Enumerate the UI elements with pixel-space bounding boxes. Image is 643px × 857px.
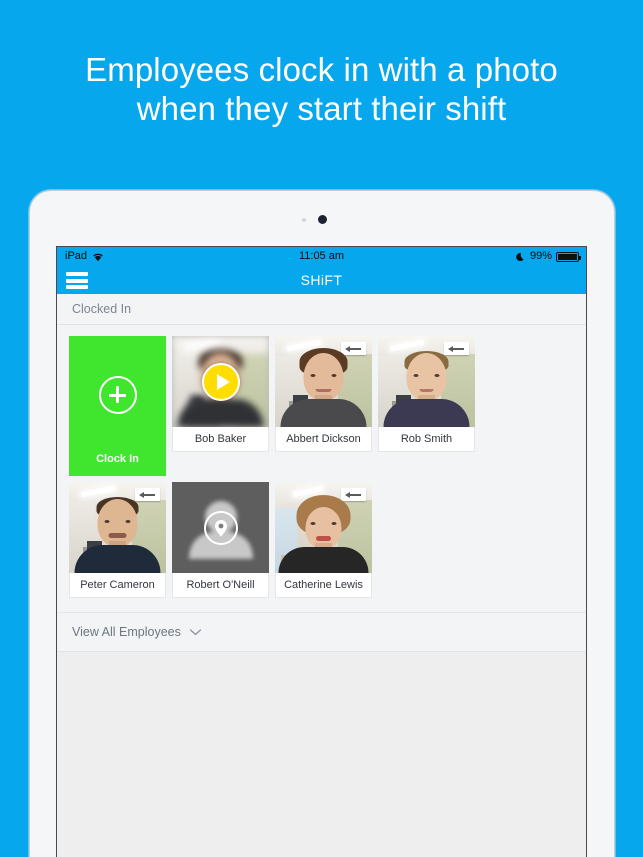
headline-line-1: Employees clock in with a photo	[85, 51, 558, 88]
moon-icon	[516, 252, 524, 261]
person-torso	[383, 399, 470, 427]
employee-name-label: Bob Baker	[172, 427, 269, 452]
ipad-screen: iPad 11:05 am 99% SHiFT Clocked In Clock…	[56, 246, 587, 857]
play-icon[interactable]	[201, 362, 240, 401]
ipad-device-frame: iPad 11:05 am 99% SHiFT Clocked In Clock…	[29, 190, 615, 857]
app-content: Clocked In Clock In Bob Baker Abbert Dic…	[57, 294, 586, 857]
person-head	[97, 499, 138, 547]
person-eye-left	[310, 522, 316, 525]
person-torso	[278, 547, 369, 573]
employee-tile[interactable]: Catherine Lewis	[275, 482, 372, 598]
employee-photo	[69, 482, 166, 573]
employee-name-label: Abbert Dickson	[275, 427, 372, 452]
employee-photo	[275, 336, 372, 427]
person-mouth	[315, 389, 332, 392]
employee-tile[interactable]: Rob Smith	[378, 336, 475, 476]
person-figure	[378, 336, 475, 427]
person-torso	[177, 399, 264, 427]
location-pin-icon	[203, 510, 238, 545]
employee-photo-placeholder	[172, 482, 269, 573]
person-eye-right	[125, 520, 131, 523]
plus-circle-icon	[98, 376, 137, 414]
employee-tile-grid: Clock In Bob Baker Abbert Dickson Rob Sm…	[57, 325, 586, 612]
status-bar-time: 11:05 am	[298, 250, 345, 262]
clock-in-tile-surface	[69, 336, 166, 452]
employee-photo	[275, 482, 372, 573]
person-figure	[275, 336, 372, 427]
person-eye-right	[434, 374, 440, 377]
employee-name-label: Catherine Lewis	[275, 573, 372, 598]
person-head	[406, 353, 447, 401]
person-torso	[280, 399, 367, 427]
battery-full-icon	[556, 251, 581, 262]
employee-tile[interactable]: Abbert Dickson	[275, 336, 372, 476]
promo-headline: Employees clock in with a photo when the…	[0, 50, 643, 128]
employee-photo	[378, 336, 475, 427]
chevron-down-icon	[189, 629, 202, 636]
clocked-in-header: Clocked In	[57, 294, 586, 325]
person-mouth	[419, 389, 434, 392]
ambient-light-sensor-icon	[302, 218, 306, 222]
location-pin-glyph	[214, 519, 227, 536]
employee-photo	[172, 336, 269, 427]
employee-tile[interactable]: Peter Cameron	[69, 482, 166, 598]
camera-dot-icon	[318, 215, 327, 224]
employee-name-label: Peter Cameron	[69, 573, 166, 598]
app-title: SHiFT	[300, 272, 343, 288]
person-figure	[69, 482, 166, 573]
person-torso	[74, 545, 161, 573]
person-eye-left	[413, 374, 419, 377]
view-all-employees-label: View All Employees	[72, 625, 181, 639]
employee-tile[interactable]: Bob Baker	[172, 336, 269, 476]
status-bar-right: 99%	[516, 247, 581, 266]
person-mouth	[108, 533, 127, 538]
person-mouth	[316, 536, 331, 541]
clock-in-tile[interactable]: Clock In	[69, 336, 166, 476]
empty-content-area	[57, 652, 586, 852]
battery-fill	[558, 253, 577, 260]
battery-percent-label: 99%	[529, 250, 552, 262]
person-eye-right	[331, 522, 337, 525]
headline-line-2: when they start their shift	[136, 90, 507, 127]
status-bar: iPad 11:05 am 99%	[57, 247, 586, 266]
clocked-in-panel: Clocked In Clock In Bob Baker Abbert Dic…	[57, 294, 586, 652]
promo-screenshot: Employees clock in with a photo when the…	[0, 0, 643, 857]
battery-cap	[579, 255, 581, 260]
person-figure	[275, 482, 372, 573]
person-eye-left	[104, 520, 110, 523]
view-all-employees-row[interactable]: View All Employees	[57, 612, 586, 652]
employee-tile[interactable]: Robert O'Neill	[172, 482, 269, 598]
employee-name-label: Robert O'Neill	[172, 573, 269, 598]
person-eye-right	[331, 374, 337, 377]
app-nav-bar: SHiFT	[57, 266, 586, 294]
person-eye-left	[310, 374, 316, 377]
person-head	[303, 353, 344, 401]
employee-name-label: Rob Smith	[378, 427, 475, 452]
clock-in-tile-label: Clock In	[69, 452, 166, 476]
